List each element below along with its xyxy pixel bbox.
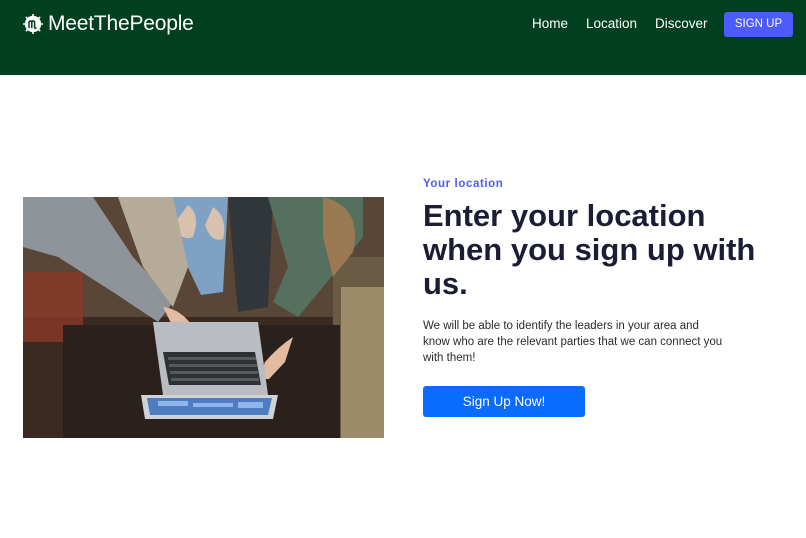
- hero-headline: Enter your location when you sign up wit…: [423, 198, 756, 301]
- nav-link-home[interactable]: Home: [532, 16, 568, 32]
- brand-name: MeetThePeople: [48, 12, 194, 35]
- brand-logo-icon: [22, 13, 44, 35]
- signup-now-button[interactable]: Sign Up Now!: [423, 386, 585, 417]
- nav-link-location[interactable]: Location: [586, 16, 637, 32]
- hero-image: [23, 197, 384, 438]
- section-eyebrow: Your location: [423, 178, 504, 190]
- top-navbar: MeetThePeople Home Location Discover SIG…: [0, 0, 806, 75]
- brand-link[interactable]: MeetThePeople: [22, 12, 194, 36]
- hero-description: We will be able to identify the leaders …: [423, 320, 723, 364]
- nav-signup-button[interactable]: SIGN UP: [724, 12, 793, 37]
- nav-link-discover[interactable]: Discover: [655, 16, 708, 32]
